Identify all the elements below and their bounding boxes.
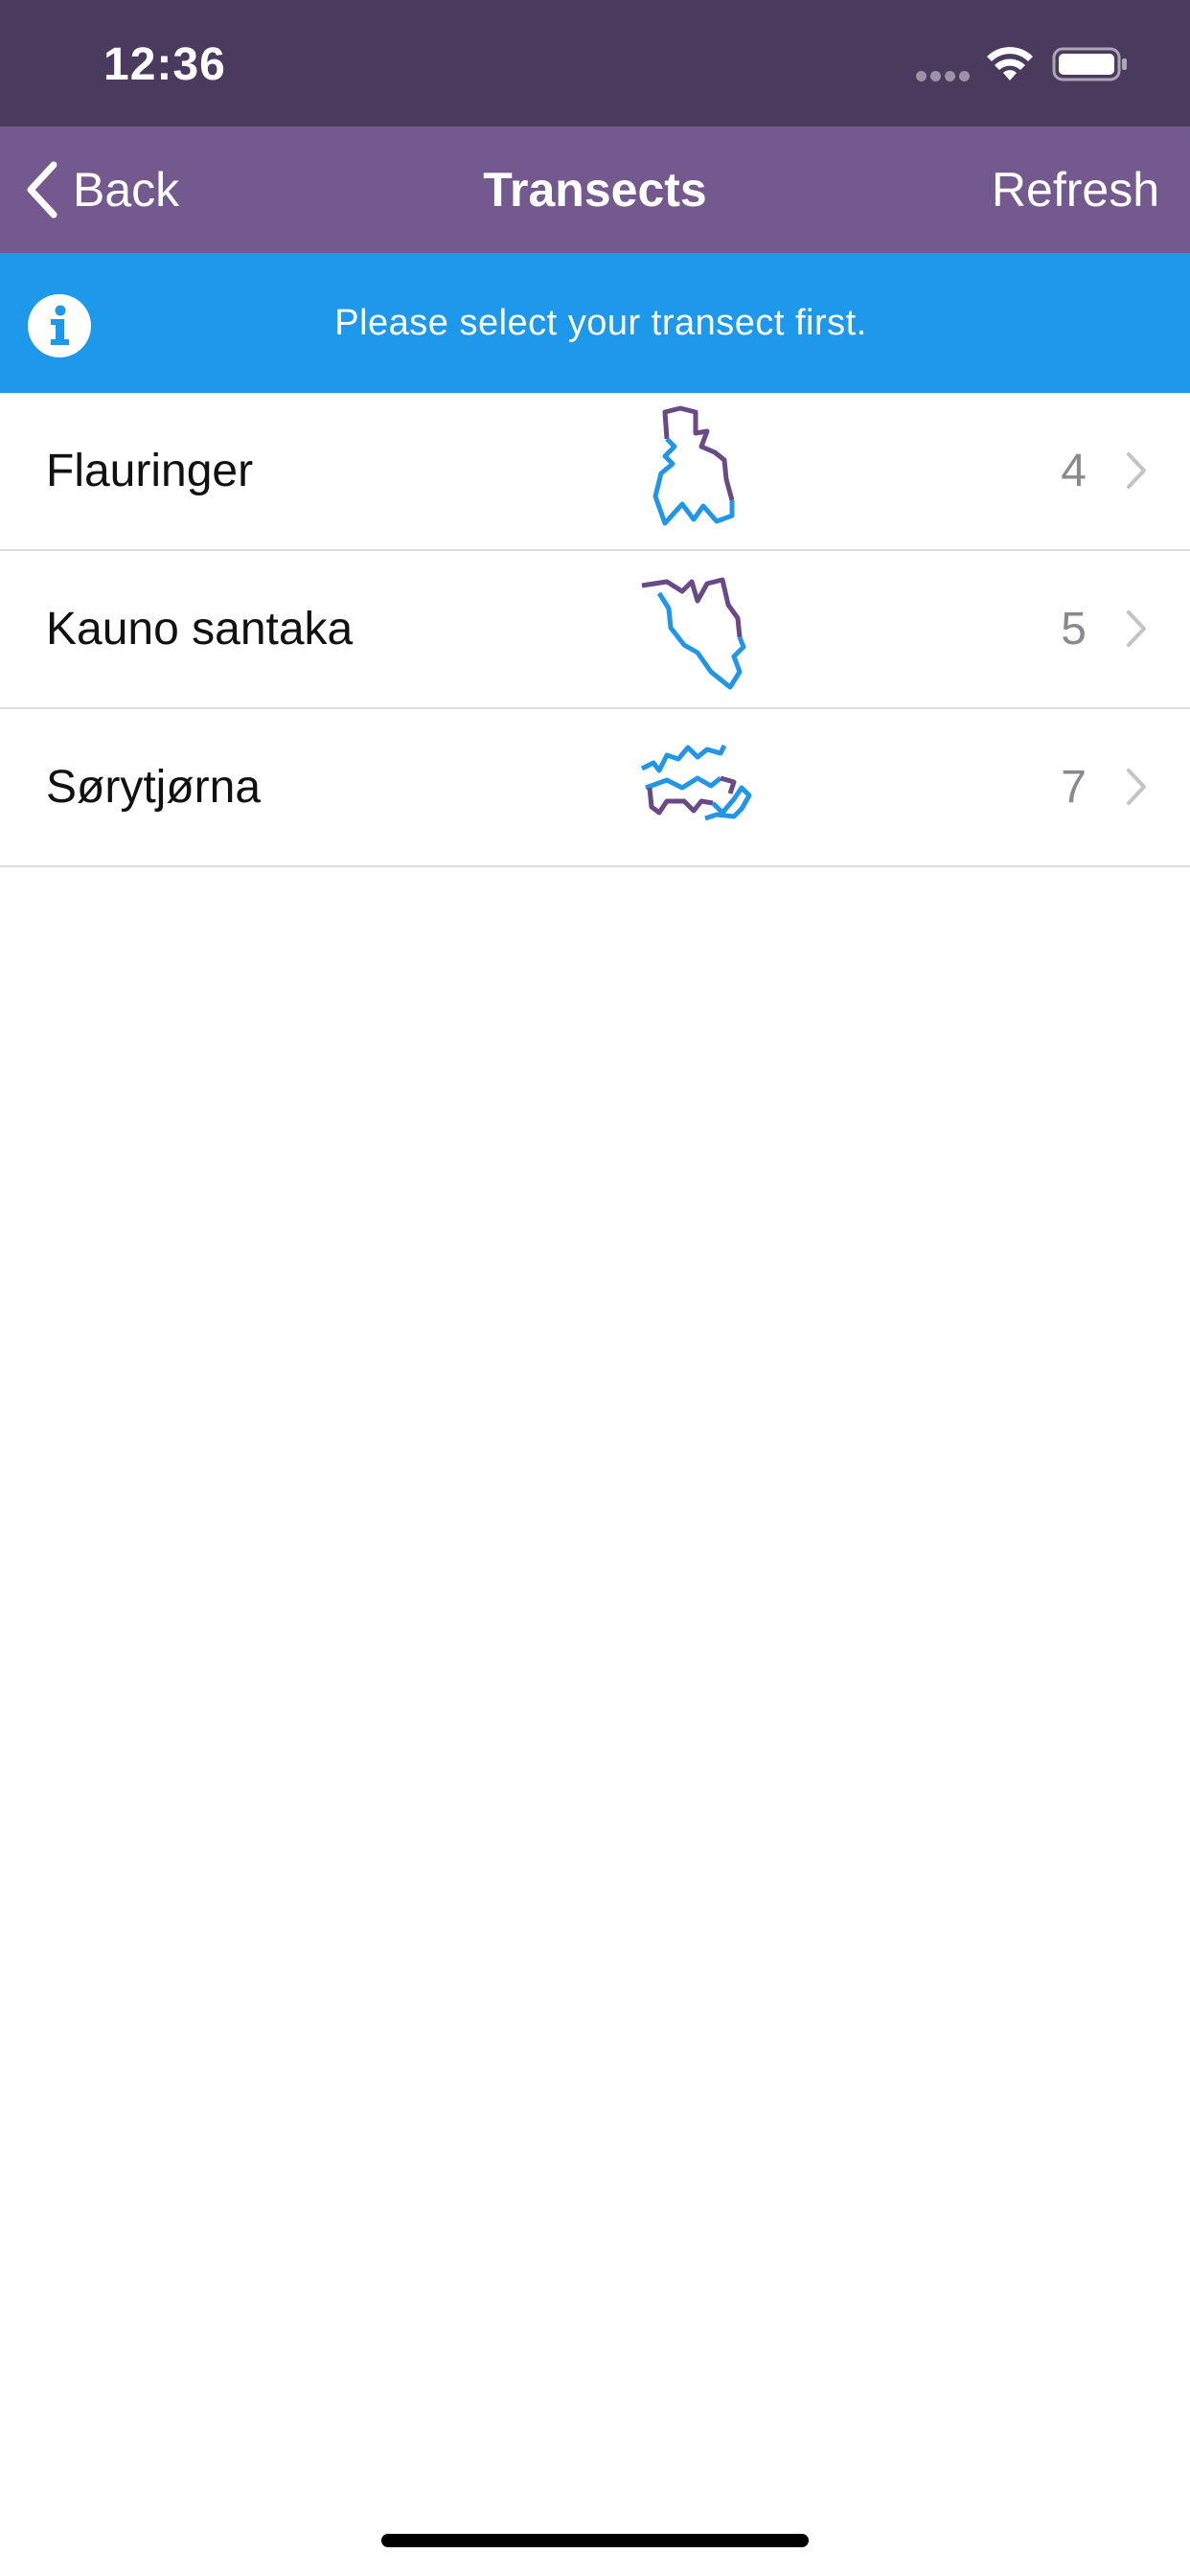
info-banner: Please select your transect first. (0, 253, 1190, 393)
navigation-bar: Back Transects Refresh (0, 126, 1190, 253)
route-map-thumbnail (652, 405, 735, 526)
info-icon (28, 294, 91, 357)
transect-name: Sørytjørna (46, 762, 262, 813)
route-map-thumbnail (641, 577, 746, 690)
list-item[interactable]: Sørytjørna 7 (0, 709, 1190, 867)
cellular-signal-icon (916, 71, 972, 82)
back-label: Back (73, 163, 180, 217)
transect-name: Kauno santaka (46, 604, 354, 655)
info-message: Please select your transect first. (334, 303, 867, 343)
chevron-right-icon (1127, 610, 1146, 647)
battery-icon (1052, 47, 1127, 81)
route-map-thumbnail (640, 744, 752, 821)
chevron-right-icon (1127, 769, 1146, 805)
status-bar: 12:36 (0, 0, 1190, 126)
back-button[interactable]: Back (23, 153, 179, 226)
chevron-left-icon (27, 161, 57, 218)
wifi-icon (987, 47, 1033, 80)
transect-section-count: 4 (1061, 446, 1087, 496)
home-indicator[interactable] (381, 2534, 809, 2547)
transect-section-count: 5 (1061, 604, 1087, 655)
transect-name: Flauringer (46, 446, 254, 496)
refresh-button[interactable]: Refresh (992, 161, 1159, 218)
transect-list: Flauringer 4 Kauno santaka 5 Sørytjørna (0, 393, 1190, 867)
status-time: 12:36 (103, 39, 226, 90)
transects-screen: 12:36 Back Transects Refresh Please sele… (0, 0, 1190, 2576)
chevron-right-icon (1127, 452, 1146, 489)
list-item[interactable]: Kauno santaka 5 (0, 551, 1190, 709)
transect-section-count: 7 (1061, 762, 1087, 813)
list-item[interactable]: Flauringer 4 (0, 393, 1190, 551)
